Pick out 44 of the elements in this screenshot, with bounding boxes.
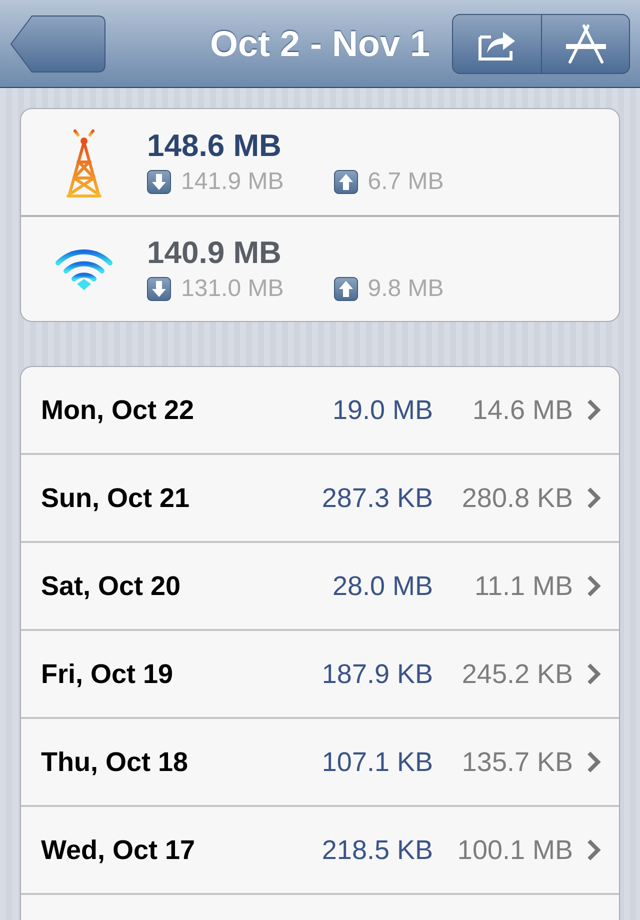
day-date: Fri, Oct 19 [41,658,174,690]
usage-value: 218.5 KB [320,834,433,866]
chevron-icon [587,487,601,509]
total-usage: 148.6 MB [147,128,282,164]
day-row[interactable]: Sun, Oct 21 287.3 KB 280.8 KB [21,455,619,543]
chevron-icon [587,399,601,421]
total-usage: 140.9 MB [147,235,282,271]
usage-value: 19.0 MB [331,394,433,426]
chevron-icon [587,839,601,861]
usage-value: 287.3 KB [320,482,433,514]
download-icon [147,170,171,194]
day-row[interactable]: Mon, Oct 22 19.0 MB 14.6 MB [21,367,619,455]
download-usage: 131.0 MB [181,275,284,303]
usage-value: 107.1 KB [320,746,433,778]
nav-title: Oct 2 - Nov 1 [208,22,431,64]
day-row[interactable]: Fri, Oct 19 187.9 KB 245.2 KB [21,631,619,719]
back-button[interactable] [10,14,106,72]
chevron-icon [587,575,601,597]
usage-value: 135.7 KB [460,746,574,778]
upload-usage: 6.7 MB [368,168,444,196]
day-date: Sun, Oct 21 [41,482,191,514]
chevron-icon [587,663,601,685]
usage-value: 245.2 KB [460,658,574,690]
day-row[interactable]: Wed, Oct 17 218.5 KB 100.1 MB [21,807,619,895]
day-row[interactable]: Thu, Oct 18 107.1 KB 135.7 KB [21,719,619,807]
upload-usage: 9.8 MB [368,275,444,303]
usage-value: 187.9 KB [320,658,433,690]
download-usage: 141.9 MB [181,168,284,196]
usage-value: 28.0 MB [331,570,433,602]
usage-value: 100.1 MB [456,834,574,866]
download-icon [147,277,171,301]
day-date: Thu, Oct 18 [41,746,190,778]
upload-icon [334,277,358,301]
usage-value: 280.8 KB [460,482,574,514]
usage-value: 14.6 MB [471,394,574,426]
upload-icon [334,170,358,194]
app-store-icon [564,24,608,64]
usage-value: 11.1 MB [473,570,574,602]
day-date: Sat, Oct 20 [41,570,182,602]
wifi-icon [54,247,114,291]
chevron-icon [587,751,601,773]
day-row[interactable]: Sat, Oct 20 28.0 MB 11.1 MB [21,543,619,631]
day-date: Mon, Oct 22 [41,394,196,426]
day-date: Wed, Oct 17 [41,834,196,866]
